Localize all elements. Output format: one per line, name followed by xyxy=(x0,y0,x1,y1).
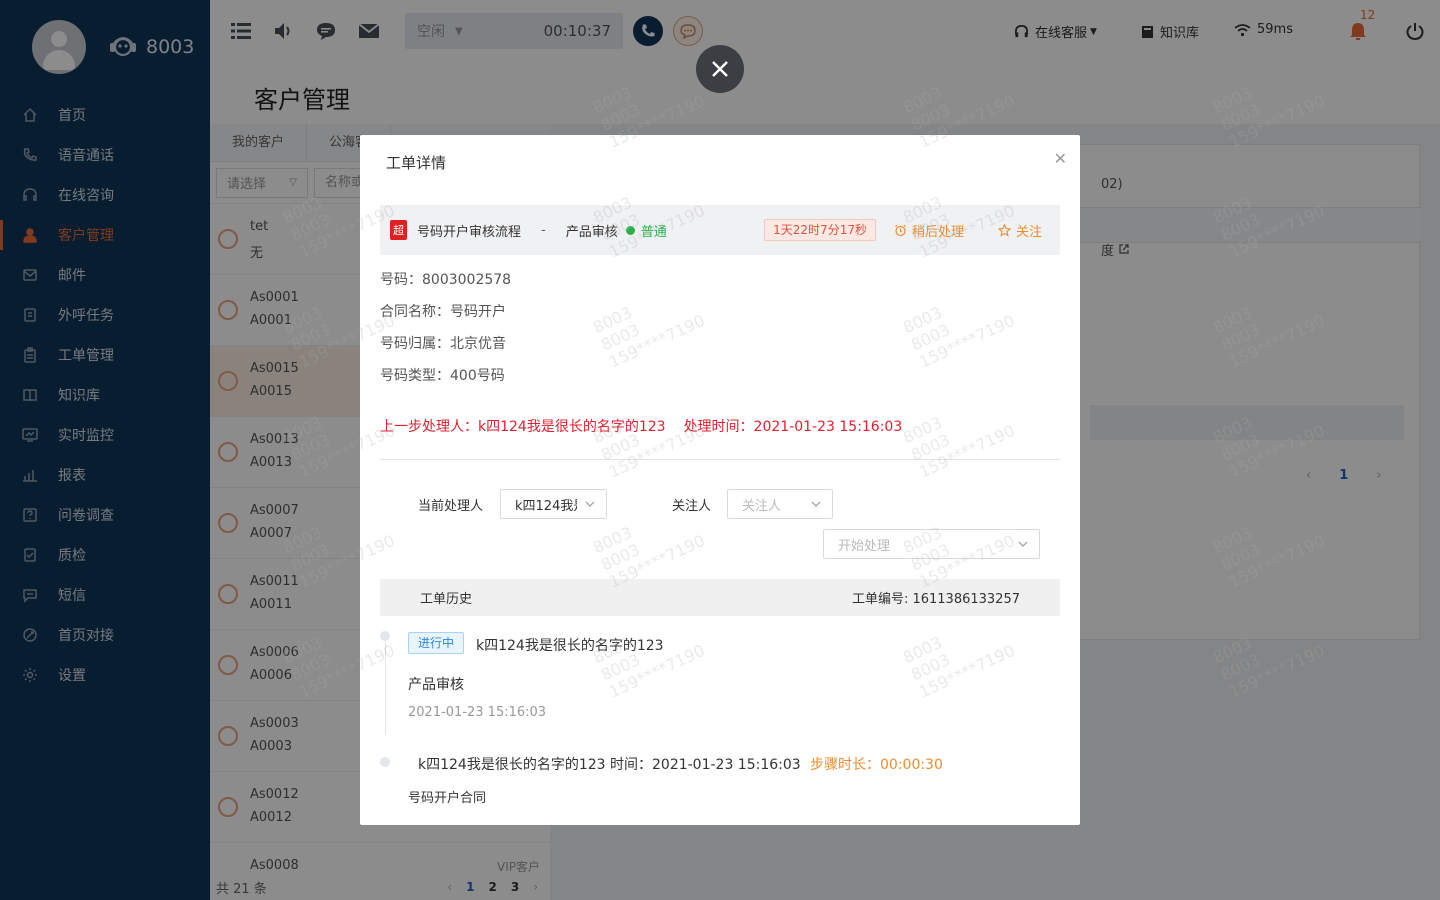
action-placeholder: 开始处理 xyxy=(838,538,891,554)
close-overlay-button[interactable] xyxy=(696,45,744,93)
handle-later-button[interactable]: 稍后处理 xyxy=(894,221,964,240)
ticket-detail-modal: 工单详情 ✕ 超 号码开户审核流程 - 产品审核 普通 1天22时7分17秒 稍… xyxy=(360,135,1080,825)
elapsed-duration-badge: 1天22时7分17秒 xyxy=(764,219,876,241)
action-select[interactable]: 开始处理 xyxy=(823,529,1040,559)
history-step: 产品审核 xyxy=(408,677,464,693)
overdue-tag: 超 xyxy=(390,220,407,240)
chevron-down-icon xyxy=(585,501,595,507)
field-number-type: 号码类型：400号码 xyxy=(380,368,505,384)
previous-handler: 上一步处理人：k四124我是很长的名字的123 xyxy=(380,419,666,435)
divider xyxy=(380,459,1060,460)
step-duration: 步骤时长：00:00:30 xyxy=(810,757,943,773)
chevron-down-icon xyxy=(1018,541,1028,547)
field-number: 号码：8003002578 xyxy=(380,272,512,288)
close-icon xyxy=(712,61,728,77)
handle-later-label: 稍后处理 xyxy=(911,224,964,240)
status-badge: 进行中 xyxy=(408,632,465,654)
history-time: 2021-01-23 15:16:03 xyxy=(408,705,547,720)
follower-select[interactable]: 关注人 xyxy=(727,489,833,519)
flow-name: 号码开户审核流程 xyxy=(417,224,522,240)
current-handler-label: 当前处理人 xyxy=(418,499,484,514)
current-handler-select[interactable]: k四124我是很长的名字的123 xyxy=(500,489,607,519)
current-step: 产品审核 xyxy=(565,224,618,240)
current-handler-value: k四124我是很长的名字的123 xyxy=(515,498,577,514)
follower-label: 关注人 xyxy=(672,499,712,514)
star-icon xyxy=(997,223,1011,237)
history-time-2: 时间：2021-01-23 15:16:03 xyxy=(610,757,801,773)
alarm-clock-icon xyxy=(895,224,906,236)
field-contract-name: 合同名称：号码开户 xyxy=(380,304,506,320)
previous-handle-time: 处理时间：2021-01-23 15:16:03 xyxy=(683,419,903,435)
timeline-dot-icon xyxy=(380,631,390,641)
modal-title: 工单详情 xyxy=(386,154,447,172)
modal-close-icon[interactable]: ✕ xyxy=(1054,149,1067,168)
history-title: 工单历史 xyxy=(420,592,473,607)
ticket-number: 工单编号: 1611386133257 xyxy=(851,592,1020,607)
history-handler-2: k四124我是很长的名字的123 xyxy=(418,757,606,773)
ticket-history-header: 工单历史 工单编号: 1611386133257 xyxy=(380,579,1060,616)
field-number-location: 号码归属：北京优音 xyxy=(380,336,506,352)
timeline-dot-icon xyxy=(380,757,390,767)
history-step-2: 号码开户合同 xyxy=(408,791,487,806)
timeline-line xyxy=(385,640,386,735)
previous-step-info: 上一步处理人：k四124我是很长的名字的123 处理时间：2021-01-23 1… xyxy=(380,416,902,436)
follower-placeholder: 关注人 xyxy=(742,498,782,514)
chevron-down-icon xyxy=(811,501,821,507)
history-handler: k四124我是很长的名字的123 xyxy=(476,638,664,654)
priority-dot-icon xyxy=(625,225,635,235)
follow-button[interactable]: 关注 xyxy=(997,221,1042,240)
flow-separator: - xyxy=(541,222,546,238)
follow-label: 关注 xyxy=(1015,224,1042,240)
ticket-summary-bar: 超 号码开户审核流程 - 产品审核 普通 1天22时7分17秒 稍后处理 关注 xyxy=(380,205,1060,255)
priority-level: 普通 xyxy=(640,224,667,240)
